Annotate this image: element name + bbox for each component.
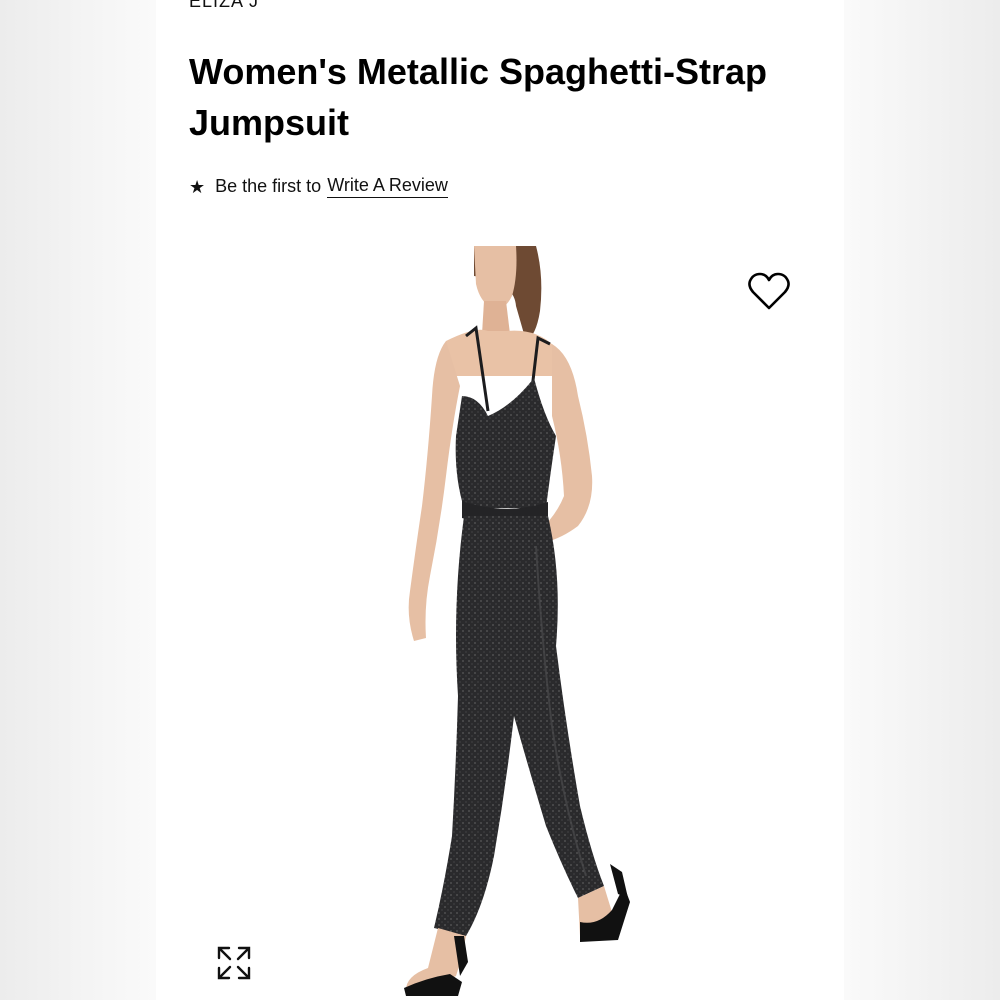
review-prompt: ★ Be the first to Write A Review bbox=[189, 175, 448, 198]
expand-arrows-icon[interactable] bbox=[216, 945, 252, 981]
brand-name[interactable]: ELIZA J bbox=[189, 0, 259, 12]
product-panel: ELIZA J Women's Metallic Spaghetti-Strap… bbox=[156, 0, 844, 1000]
background-right bbox=[844, 0, 1000, 1000]
product-image[interactable] bbox=[366, 246, 666, 1000]
heart-icon[interactable] bbox=[748, 272, 790, 312]
star-icon: ★ bbox=[189, 176, 206, 197]
review-prefix-text: Be the first to bbox=[215, 176, 322, 196]
background-left bbox=[0, 0, 156, 1000]
product-title: Women's Metallic Spaghetti-Strap Jumpsui… bbox=[189, 51, 767, 143]
write-review-link[interactable]: Write A Review bbox=[327, 175, 448, 198]
